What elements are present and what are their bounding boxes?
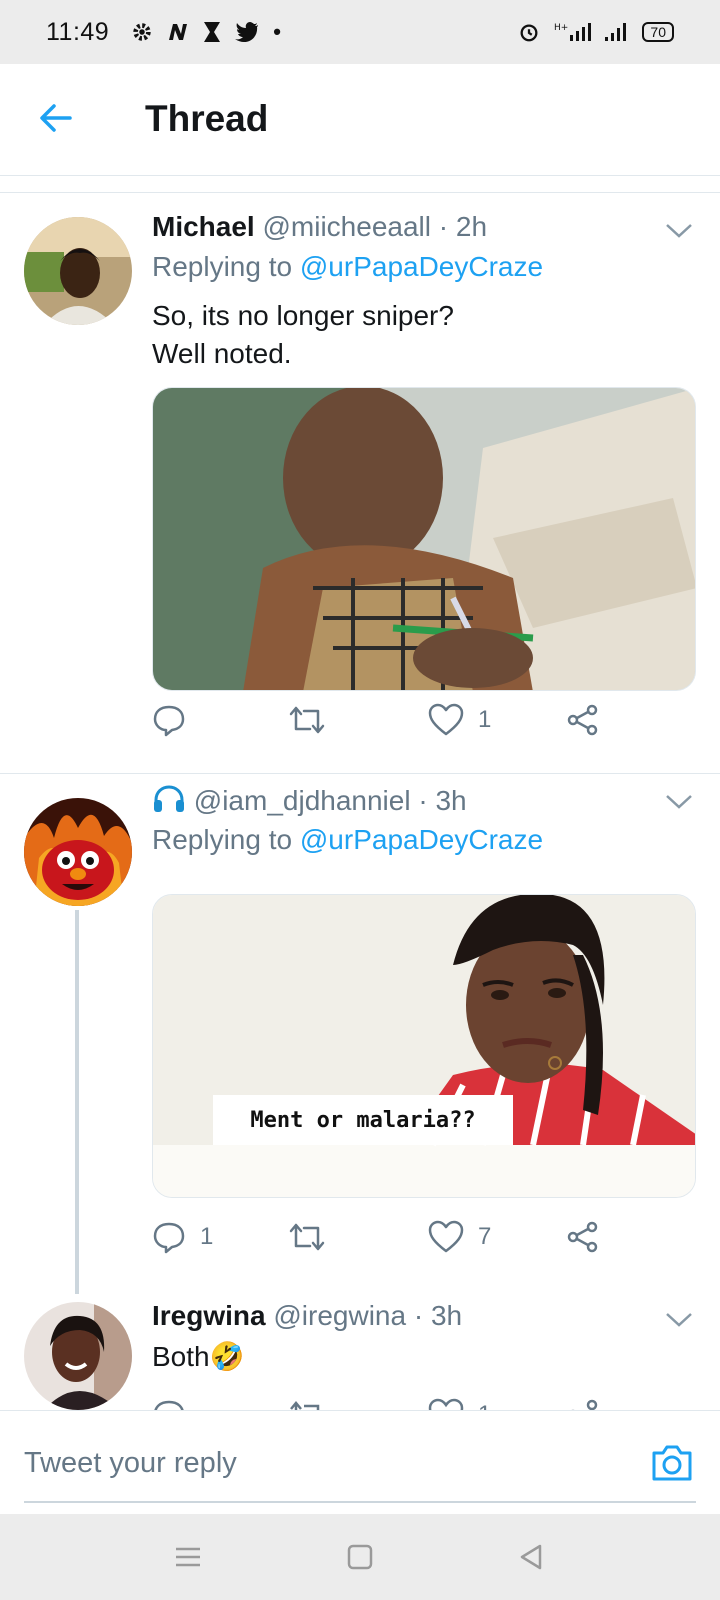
tweet-media-image[interactable] — [152, 387, 696, 691]
tweet-header: 🎧 @iam_djdhanniel · 3h — [152, 784, 467, 817]
like-count: 1 — [478, 706, 492, 733]
status-bar: 11:49 • H+ 70 — [0, 0, 720, 64]
reply-icon — [153, 705, 185, 737]
status-app-icons: • — [131, 19, 281, 45]
meme-caption-box: Ment or malaria?? — [213, 1095, 513, 1145]
reply-icon — [153, 1222, 185, 1254]
share-button[interactable] — [566, 703, 600, 737]
reply-button[interactable] — [152, 703, 200, 737]
share-button[interactable] — [566, 1398, 600, 1410]
twitter-bird-icon — [235, 22, 259, 42]
author-handle[interactable]: @iregwina — [273, 1300, 406, 1331]
heart-icon — [428, 1398, 464, 1410]
share-button[interactable] — [566, 1220, 600, 1254]
headphones-icon — [154, 785, 184, 812]
reply-icon — [154, 1400, 184, 1410]
top-bar: Thread — [0, 64, 720, 176]
alarm-icon — [520, 24, 538, 42]
retweet-button[interactable] — [288, 703, 340, 737]
avatar[interactable] — [24, 1302, 132, 1410]
author-name[interactable]: Iregwina — [152, 1300, 266, 1331]
like-button[interactable]: 1 — [428, 1398, 491, 1410]
signal-icon — [605, 23, 627, 41]
author-handle[interactable]: @iam_djdhanniel — [194, 785, 411, 816]
reply-input[interactable]: Tweet your reply — [24, 1447, 237, 1480]
tweet-actions: 1 — [152, 703, 696, 743]
meme-caption: Ment or malaria?? — [250, 1107, 476, 1133]
tweet-text-line: So, its no longer sniper? — [152, 300, 454, 331]
signal-h-icon: H+ — [554, 23, 592, 41]
page-title: Thread — [145, 98, 269, 139]
retweet-button[interactable] — [288, 1398, 326, 1410]
system-nav-bar — [0, 1514, 720, 1600]
retweet-icon — [289, 1223, 325, 1251]
avatar[interactable] — [24, 798, 132, 906]
chevron-down-icon[interactable] — [664, 1310, 694, 1330]
chevron-down-icon[interactable] — [664, 221, 694, 241]
tweet-header: Michael @miicheeaall · 2h — [152, 211, 487, 243]
avatar[interactable] — [24, 217, 132, 325]
status-system-icons: H+ 70 — [518, 21, 674, 43]
tweet-time: · 3h — [413, 1300, 463, 1331]
share-icon — [567, 704, 598, 736]
like-count: 1 — [478, 1401, 491, 1410]
heart-icon — [428, 703, 464, 736]
gear-icon — [133, 23, 151, 41]
tweet-header: Iregwina @iregwina · 3h — [152, 1300, 462, 1332]
replying-to-link[interactable]: @urPapaDeyCraze — [300, 251, 543, 282]
tweet-text-line: Well noted. — [152, 338, 292, 369]
replying-to-link[interactable]: @urPapaDeyCraze — [300, 824, 543, 855]
back-arrow-icon[interactable] — [36, 98, 76, 138]
menu-icon[interactable] — [173, 1542, 203, 1572]
reply-button[interactable] — [152, 1398, 186, 1410]
like-button[interactable]: 7 — [428, 1220, 491, 1254]
dot-icon: • — [273, 19, 281, 44]
tweet-actions: 1 7 — [152, 1220, 696, 1260]
share-icon — [571, 1399, 598, 1410]
heart-icon — [428, 1220, 464, 1253]
reply-input-underline — [24, 1501, 696, 1503]
author-handle[interactable]: @miicheeaall — [262, 211, 431, 242]
replying-to-label: Replying to — [152, 824, 300, 855]
tweet-time: · 2h — [438, 211, 488, 242]
like-button[interactable]: 1 — [428, 703, 491, 737]
n-icon — [169, 24, 188, 40]
reply-count: 1 — [200, 1223, 214, 1250]
retweet-icon — [289, 706, 325, 734]
status-time: 11:49 — [46, 17, 110, 46]
tweet-media-image[interactable]: Ment or malaria?? — [152, 894, 696, 1198]
svg-text:H+: H+ — [554, 23, 568, 33]
home-square-icon[interactable] — [345, 1542, 375, 1572]
battery-level: 70 — [642, 22, 674, 42]
hourglass-icon — [204, 22, 221, 42]
reply-button[interactable]: 1 — [152, 1220, 213, 1254]
tweet-text: So, its no longer sniper? Well noted. — [152, 297, 454, 373]
chevron-down-icon[interactable] — [664, 792, 694, 812]
tweet-iam-djdhanniel[interactable]: 🎧 @iam_djdhanniel · 3h Replying to @urPa… — [0, 774, 720, 1294]
author-name[interactable]: Michael — [152, 211, 255, 242]
retweet-icon — [290, 1401, 320, 1410]
tweet-iregwina[interactable]: Iregwina @iregwina · 3h Both🤣 1 — [0, 1294, 720, 1410]
thread-connector — [75, 910, 79, 1294]
camera-icon[interactable] — [650, 1441, 694, 1485]
share-icon — [567, 1221, 598, 1253]
reply-composer[interactable]: Tweet your reply — [0, 1410, 720, 1514]
replying-to-label: Replying to — [152, 251, 300, 282]
tweet-actions: 1 — [152, 1398, 696, 1410]
tweet-michael[interactable]: Michael @miicheeaall · 2h Replying to @u… — [0, 193, 720, 773]
replying-to: Replying to @urPapaDeyCraze — [152, 251, 543, 283]
replying-to: Replying to @urPapaDeyCraze — [152, 824, 543, 856]
tweet-text: Both🤣 — [152, 1341, 245, 1372]
tweet-time: · 3h — [418, 785, 467, 816]
retweet-button[interactable] — [288, 1220, 340, 1254]
like-count: 7 — [478, 1223, 492, 1250]
back-triangle-icon[interactable] — [516, 1542, 546, 1572]
